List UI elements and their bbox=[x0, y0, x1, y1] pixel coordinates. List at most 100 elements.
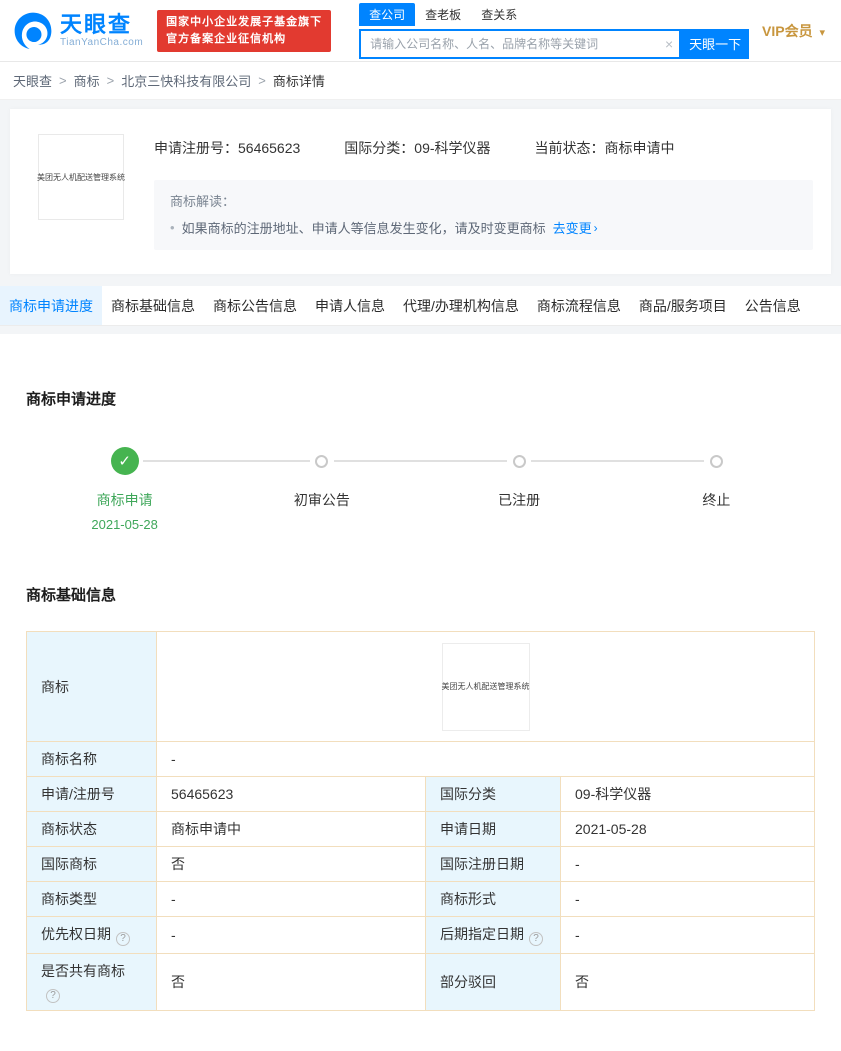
field-value: 56465623 bbox=[156, 776, 426, 812]
step-date: 2021-05-28 bbox=[91, 517, 158, 532]
tab-applicant-info[interactable]: 申请人信息 bbox=[306, 286, 394, 325]
search-tab-company[interactable]: 查公司 bbox=[359, 2, 416, 26]
field-label: 商标名称 bbox=[26, 741, 157, 777]
trademark-image[interactable]: 美团无人机配送管理系统 bbox=[441, 642, 530, 731]
help-icon[interactable]: ? bbox=[116, 932, 130, 946]
table-row: 商标 美团无人机配送管理系统 bbox=[26, 631, 815, 742]
vip-menu[interactable]: VIP会员 ▾ bbox=[762, 21, 829, 41]
help-icon[interactable]: ? bbox=[46, 989, 60, 1003]
field-label: 商标状态 bbox=[26, 811, 157, 847]
search-box: × bbox=[359, 28, 682, 59]
step-label: 商标申请 bbox=[96, 492, 153, 508]
field-value: 美团无人机配送管理系统 bbox=[156, 631, 815, 742]
logo[interactable]: 天眼查 TianYanCha.com bbox=[12, 10, 143, 52]
breadcrumb-current: 商标详情 bbox=[272, 74, 325, 89]
tab-agency-info[interactable]: 代理/办理机构信息 bbox=[394, 286, 528, 325]
summary-fields: 申请注册号：56465623 国际分类：09-科学仪器 当前状态：商标申请中 bbox=[154, 134, 813, 158]
step-registered: 已注册 bbox=[420, 447, 619, 532]
table-row: 优先权日期? - 后期指定日期? - bbox=[26, 916, 815, 954]
chevron-down-icon: ▾ bbox=[819, 26, 825, 39]
vip-label: VIP会员 bbox=[762, 22, 813, 39]
field-label: 商标形式 bbox=[425, 881, 561, 917]
field-label: 商标类型 bbox=[26, 881, 157, 917]
trademark-interpretation: 商标解读： • 如果商标的注册地址、申请人等信息发生变化，请及时变更商标 去变更… bbox=[154, 180, 813, 250]
field-value: 商标申请中 bbox=[156, 811, 426, 847]
basic-info-table: 商标 美团无人机配送管理系统 商标名称 - 申请/注册号 56465623 国际… bbox=[26, 631, 815, 1011]
change-trademark-link[interactable]: 去变更 bbox=[553, 218, 592, 237]
tianyancha-logo-icon bbox=[14, 12, 52, 49]
field-label: 优先权日期? bbox=[26, 916, 157, 954]
field-label: 国际注册日期 bbox=[425, 846, 561, 882]
search-tab-boss[interactable]: 查老板 bbox=[415, 3, 471, 26]
field-value: - bbox=[560, 846, 815, 882]
help-icon[interactable]: ? bbox=[529, 932, 543, 946]
trademark-summary-card: 美团无人机配送管理系统 申请注册号：56465623 国际分类：09-科学仪器 … bbox=[10, 109, 831, 274]
field-label: 申请/注册号 bbox=[26, 776, 157, 812]
badge-line2: 官方备案企业征信机构 bbox=[166, 32, 287, 45]
field-value: - bbox=[156, 881, 426, 917]
field-value: - bbox=[156, 916, 426, 954]
pending-dot-icon bbox=[512, 454, 526, 468]
field-value: - bbox=[560, 881, 815, 917]
breadcrumb-company[interactable]: 北京三快科技有限公司 bbox=[121, 71, 251, 90]
basic-info-section-title: 商标基础信息 bbox=[26, 587, 117, 604]
table-row: 商标类型 - 商标形式 - bbox=[26, 881, 815, 917]
trademark-image[interactable]: 美团无人机配送管理系统 bbox=[37, 134, 125, 220]
pending-dot-icon bbox=[315, 454, 329, 468]
field-value: - bbox=[156, 741, 815, 777]
brand-name: 天眼查 bbox=[60, 12, 133, 37]
breadcrumb-separator: > bbox=[59, 73, 67, 88]
interpretation-title: 商标解读： bbox=[170, 194, 236, 209]
step-label: 终止 bbox=[702, 492, 731, 508]
field-label: 国际分类 bbox=[425, 776, 561, 812]
brand-domain: TianYanCha.com bbox=[60, 37, 144, 48]
breadcrumb-separator: > bbox=[106, 73, 115, 88]
search-tabs: 查公司 查老板 查关系 bbox=[359, 2, 749, 26]
tab-process-info[interactable]: 商标流程信息 bbox=[528, 286, 630, 325]
table-row: 国际商标 否 国际注册日期 - bbox=[26, 846, 815, 882]
certification-badge: 国家中小企业发展子基金旗下 官方备案企业征信机构 bbox=[157, 9, 332, 52]
tab-basic-info[interactable]: 商标基础信息 bbox=[102, 286, 204, 325]
field-value: 否 bbox=[156, 846, 426, 882]
table-row: 申请/注册号 56465623 国际分类 09-科学仪器 bbox=[26, 776, 815, 812]
field-value: - bbox=[560, 916, 815, 954]
search-input[interactable] bbox=[359, 28, 682, 59]
chevron-right-icon: › bbox=[593, 220, 598, 235]
trademark-image-text: 美团无人机配送管理系统 bbox=[37, 172, 125, 182]
field-value: 2021-05-28 bbox=[560, 811, 815, 847]
breadcrumb-trademark[interactable]: 商标 bbox=[74, 71, 100, 90]
trademark-progress-stepper: ✓ 商标申请 2021-05-28 初审公告 已注册 终止 bbox=[26, 447, 815, 532]
table-row: 商标名称 - bbox=[26, 741, 815, 777]
step-preliminary-gazette: 初审公告 bbox=[223, 447, 421, 532]
table-row: 是否共有商标? 否 部分驳回 否 bbox=[26, 953, 815, 1011]
field-value: 否 bbox=[560, 953, 815, 1011]
tab-application-progress[interactable]: 商标申请进度 bbox=[0, 286, 102, 325]
main-content: 商标申请进度 ✓ 商标申请 2021-05-28 初审公告 已注册 终止 商标基… bbox=[0, 334, 841, 1051]
interpretation-tip: 如果商标的注册地址、申请人等信息发生变化，请及时变更商标 bbox=[181, 221, 546, 236]
progress-section-title: 商标申请进度 bbox=[26, 391, 117, 408]
search-tab-relation[interactable]: 查关系 bbox=[471, 3, 527, 26]
field-label: 是否共有商标? bbox=[26, 953, 157, 1011]
field-label: 商标 bbox=[26, 631, 157, 742]
search-button[interactable]: 天眼一下 bbox=[681, 28, 750, 59]
step-label: 已注册 bbox=[498, 492, 541, 508]
step-applied: ✓ 商标申请 2021-05-28 bbox=[26, 447, 224, 532]
clear-search-icon[interactable]: × bbox=[665, 35, 673, 53]
step-terminated: 终止 bbox=[617, 447, 815, 532]
field-label: 国际商标 bbox=[26, 846, 157, 882]
tab-gazette-info[interactable]: 商标公告信息 bbox=[204, 286, 306, 325]
breadcrumb-home[interactable]: 天眼查 bbox=[13, 71, 52, 90]
tab-announcement-info[interactable]: 公告信息 bbox=[736, 286, 810, 325]
field-label: 申请日期 bbox=[425, 811, 561, 847]
field-label: 后期指定日期? bbox=[425, 916, 561, 954]
field-label: 部分驳回 bbox=[425, 953, 561, 1011]
tab-goods-services[interactable]: 商品/服务项目 bbox=[630, 286, 736, 325]
breadcrumb: 天眼查 > 商标 > 北京三快科技有限公司 > 商标详情 bbox=[0, 62, 841, 100]
bullet-icon: • bbox=[170, 220, 175, 235]
table-row: 商标状态 商标申请中 申请日期 2021-05-28 bbox=[26, 811, 815, 847]
search-area: 查公司 查老板 查关系 × 天眼一下 bbox=[359, 2, 750, 59]
field-registration-number: 申请注册号：56465623 bbox=[154, 140, 301, 156]
detail-tabbar: 商标申请进度 商标基础信息 商标公告信息 申请人信息 代理/办理机构信息 商标流… bbox=[0, 286, 841, 326]
pending-dot-icon bbox=[709, 454, 723, 468]
field-international-class: 国际分类：09-科学仪器 bbox=[344, 140, 491, 156]
